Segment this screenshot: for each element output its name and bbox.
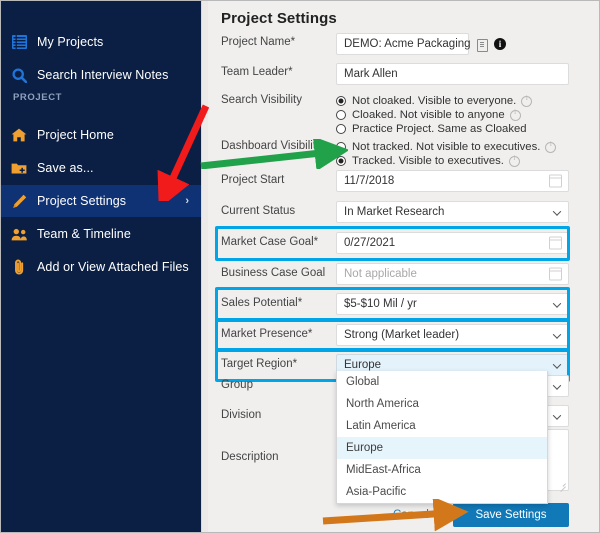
chevron-right-icon: › [185, 195, 189, 207]
dropdown-option[interactable]: Latin America [337, 415, 547, 437]
info-icon[interactable] [509, 108, 521, 121]
project-start-value: 11/7/2018 [344, 175, 395, 187]
chevron-down-icon [554, 414, 561, 421]
sidebar-section-label: PROJECT [13, 92, 63, 103]
current-status-label: Current Status [221, 205, 296, 217]
option-label: Tracked. Visible to executives. [352, 154, 504, 167]
group-label: Group [221, 379, 253, 391]
sidebar-item-label: My Projects [37, 35, 104, 49]
current-status-select[interactable]: In Market Research [336, 201, 569, 223]
chevron-down-icon [554, 363, 561, 370]
sales-potential-value: $5-$10 Mil / yr [344, 298, 417, 310]
division-label: Division [221, 409, 262, 421]
chevron-down-icon [554, 333, 561, 340]
option-label: Cloaked. Not visible to anyone [352, 108, 505, 121]
calendar-icon[interactable] [548, 174, 563, 188]
dropdown-option[interactable]: Asia-Pacific [337, 481, 547, 503]
chevron-down-icon [554, 210, 561, 217]
people-icon [1, 228, 37, 241]
sidebar-item-label: Project Settings [37, 194, 127, 208]
business-case-goal-input[interactable]: Not applicable [336, 263, 569, 285]
project-settings-screen: My Projects Search Interview Notes PROJE… [0, 0, 600, 533]
sidebar-item-label: Save as... [37, 161, 94, 175]
market-case-goal-input[interactable]: 0/27/2021 [336, 232, 569, 254]
radio-icon [336, 109, 346, 120]
search-visibility-option-1[interactable]: Cloaked. Not visible to anyone [336, 108, 521, 121]
option-label: Practice Project. Same as Cloaked [352, 122, 527, 135]
sales-potential-select[interactable]: $5-$10 Mil / yr [336, 293, 569, 315]
pencil-icon [1, 194, 37, 209]
sidebar-item-label: Add or View Attached Files [37, 260, 189, 274]
calendar-icon[interactable] [548, 267, 563, 281]
main-content: Project Settings Project Name* DEMO: Acm… [208, 1, 599, 532]
duplicate-icon[interactable] [477, 39, 488, 52]
project-start-input[interactable]: 11/7/2018 [336, 170, 569, 192]
target-region-dropdown-list[interactable]: Global North America Latin America Europ… [336, 371, 548, 504]
team-leader-value: Mark Allen [344, 68, 398, 80]
info-icon[interactable] [521, 94, 533, 107]
sidebar-item-search-interview-notes[interactable]: Search Interview Notes [1, 59, 201, 91]
current-status-value: In Market Research [344, 206, 445, 218]
info-icon[interactable]: i [494, 38, 506, 50]
search-visibility-option-0[interactable]: Not cloaked. Visible to everyone. [336, 94, 533, 107]
option-label: Not tracked. Not visible to executives. [352, 140, 541, 153]
radio-icon [336, 123, 346, 134]
sidebar-item-attached-files[interactable]: Add or View Attached Files [1, 251, 201, 283]
market-presence-select[interactable]: Strong (Market leader) [336, 324, 569, 346]
cancel-button[interactable]: Cancel [393, 509, 429, 521]
radio-icon [336, 141, 346, 152]
sidebar-item-project-home[interactable]: Project Home [1, 119, 201, 151]
project-start-label: Project Start [221, 174, 285, 186]
search-visibility-label: Search Visibility [221, 94, 302, 106]
info-icon[interactable] [545, 140, 557, 153]
search-visibility-option-2[interactable]: Practice Project. Same as Cloaked [336, 122, 527, 135]
description-label: Description [221, 451, 279, 463]
business-case-goal-placeholder: Not applicable [344, 268, 417, 280]
folder-add-icon [1, 162, 37, 175]
business-case-goal-label: Business Case Goal [221, 267, 326, 279]
sidebar-item-label: Project Home [37, 128, 114, 142]
dashboard-visibility-option-1[interactable]: Tracked. Visible to executives. [336, 154, 520, 167]
dashboard-visibility-label: Dashboard Visibility [221, 140, 322, 152]
team-leader-input[interactable]: Mark Allen [336, 63, 569, 85]
save-settings-button[interactable]: Save Settings [453, 503, 569, 527]
info-icon[interactable] [508, 154, 520, 167]
resize-handle[interactable] [559, 481, 566, 488]
sales-potential-label: Sales Potential* [221, 297, 303, 309]
sidebar: My Projects Search Interview Notes PROJE… [1, 1, 201, 532]
radio-icon [336, 95, 346, 106]
project-name-value: DEMO: Acme Packaging [344, 38, 471, 50]
dashboard-visibility-option-0[interactable]: Not tracked. Not visible to executives. [336, 140, 557, 153]
market-case-goal-value: 0/27/2021 [344, 237, 396, 249]
dropdown-option[interactable]: MidEast-Africa [337, 459, 547, 481]
sidebar-item-label: Search Interview Notes [37, 68, 169, 82]
search-icon [1, 67, 37, 83]
chevron-down-icon [554, 302, 561, 309]
project-name-label: Project Name* [221, 36, 296, 48]
page-title: Project Settings [221, 10, 337, 27]
sidebar-item-team-timeline[interactable]: Team & Timeline [1, 218, 201, 250]
list-icon [1, 35, 37, 49]
radio-icon [336, 155, 346, 166]
dropdown-option[interactable]: Global [337, 371, 547, 393]
sidebar-item-my-projects[interactable]: My Projects [1, 26, 201, 58]
option-label: Not cloaked. Visible to everyone. [352, 94, 517, 107]
market-case-goal-label: Market Case Goal* [221, 236, 319, 248]
sidebar-item-label: Team & Timeline [37, 227, 131, 241]
sidebar-content-divider [201, 1, 208, 532]
paperclip-icon [1, 259, 37, 275]
market-presence-label: Market Presence* [221, 328, 313, 340]
dropdown-option-selected[interactable]: Europe [337, 437, 547, 459]
sidebar-item-save-as[interactable]: Save as... [1, 152, 201, 184]
calendar-icon[interactable] [548, 236, 563, 250]
sidebar-item-project-settings[interactable]: Project Settings › [1, 185, 201, 217]
chevron-down-icon [554, 384, 561, 391]
dropdown-option[interactable]: North America [337, 393, 547, 415]
home-icon [1, 128, 37, 142]
market-presence-value: Strong (Market leader) [344, 329, 460, 341]
project-name-input[interactable]: DEMO: Acme Packaging [336, 33, 471, 55]
team-leader-label: Team Leader* [221, 66, 293, 78]
target-region-label: Target Region* [221, 358, 298, 370]
